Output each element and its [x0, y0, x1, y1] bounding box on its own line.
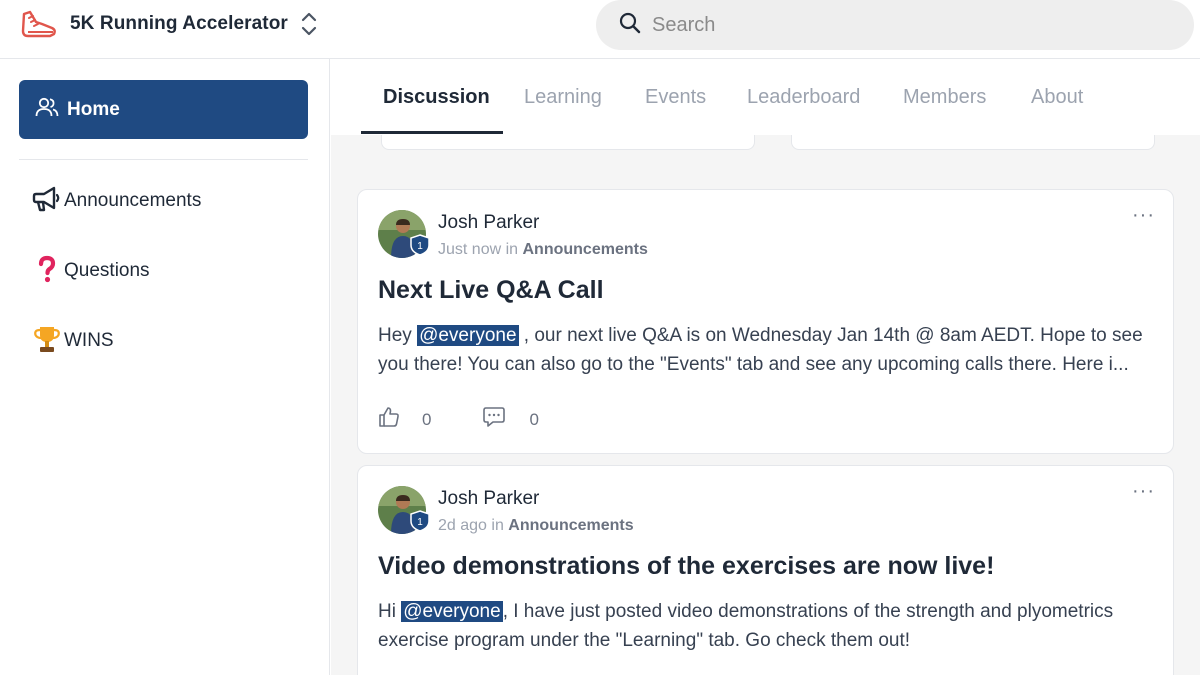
- post-body[interactable]: Hi @everyone, I have just posted video d…: [378, 597, 1158, 655]
- post-card[interactable]: 1 Josh Parker Just now in Announcements …: [357, 189, 1174, 454]
- tab-discussion[interactable]: Discussion: [383, 59, 490, 135]
- sidebar: Home Announcements Questions WINS: [0, 59, 330, 675]
- mention-everyone[interactable]: @everyone: [401, 601, 503, 622]
- users-icon: [35, 96, 59, 123]
- level-number: 1: [417, 517, 423, 528]
- post-body-text: Hi: [378, 601, 402, 622]
- running-shoe-icon: [20, 6, 58, 42]
- post-category[interactable]: Announcements: [508, 517, 633, 534]
- tab-leaderboard[interactable]: Leaderboard: [747, 59, 860, 135]
- post-time: Just now: [438, 241, 502, 258]
- feed-card-partial: [791, 135, 1155, 150]
- top-bar: 5K Running Accelerator: [0, 0, 1200, 59]
- tab-events[interactable]: Events: [645, 59, 706, 135]
- like-button[interactable]: 0: [378, 406, 431, 433]
- comment-button[interactable]: 0: [483, 406, 539, 433]
- search-bar[interactable]: [596, 0, 1194, 50]
- discussion-feed[interactable]: 1 Josh Parker Just now in Announcements …: [331, 135, 1200, 675]
- search-icon: [618, 11, 642, 40]
- post-in-text: in: [505, 241, 519, 258]
- sidebar-divider: [19, 159, 308, 160]
- post-actions: 0 0: [378, 406, 539, 433]
- comment-count: 0: [529, 409, 539, 429]
- sidebar-item-home[interactable]: Home: [19, 80, 308, 139]
- post-author[interactable]: Josh Parker: [438, 212, 539, 234]
- post-title[interactable]: Video demonstrations of the exercises ar…: [378, 552, 994, 581]
- thumbs-up-icon: [378, 406, 400, 433]
- post-time: 2d ago: [438, 517, 487, 534]
- sidebar-item-label: Questions: [64, 260, 150, 281]
- more-options-icon[interactable]: ···: [1132, 204, 1155, 227]
- post-title[interactable]: Next Live Q&A Call: [378, 276, 604, 305]
- post-category[interactable]: Announcements: [523, 241, 648, 258]
- post-body-text: Hey: [378, 325, 418, 346]
- tab-bar: Discussion Learning Events Leaderboard M…: [331, 59, 1200, 135]
- megaphone-icon: [32, 185, 62, 218]
- active-tab-indicator: [361, 131, 503, 134]
- sidebar-item-label: Announcements: [64, 190, 202, 211]
- tab-learning[interactable]: Learning: [524, 59, 602, 135]
- comment-icon: [483, 406, 506, 433]
- community-name: 5K Running Accelerator: [70, 13, 288, 34]
- level-number: 1: [417, 241, 423, 252]
- question-mark-icon: [32, 254, 62, 289]
- tab-about[interactable]: About: [1031, 59, 1083, 135]
- sidebar-item-announcements[interactable]: Announcements: [32, 185, 201, 217]
- level-badge: 1: [410, 234, 430, 256]
- chevron-up-down-icon[interactable]: [298, 10, 320, 38]
- mention-everyone[interactable]: @everyone: [417, 325, 519, 346]
- like-count: 0: [422, 409, 432, 429]
- post-card[interactable]: 1 Josh Parker 2d ago in Announcements ··…: [357, 465, 1174, 675]
- post-meta: 2d ago in Announcements: [438, 517, 634, 535]
- feed-card-partial: [381, 135, 755, 150]
- more-options-icon[interactable]: ···: [1132, 480, 1155, 503]
- tab-members[interactable]: Members: [903, 59, 986, 135]
- sidebar-item-label: WINS: [64, 330, 114, 351]
- post-author[interactable]: Josh Parker: [438, 488, 539, 510]
- sidebar-item-label: Home: [67, 98, 120, 120]
- post-body[interactable]: Hey @everyone , our next live Q&A is on …: [378, 321, 1158, 379]
- trophy-icon: [32, 324, 62, 359]
- sidebar-item-questions[interactable]: Questions: [32, 255, 150, 287]
- brand[interactable]: 5K Running Accelerator: [20, 6, 288, 42]
- sidebar-item-wins[interactable]: WINS: [32, 325, 114, 357]
- level-badge: 1: [410, 510, 430, 532]
- post-in-text: in: [491, 517, 504, 534]
- search-input[interactable]: [652, 13, 1152, 37]
- post-meta: Just now in Announcements: [438, 241, 648, 259]
